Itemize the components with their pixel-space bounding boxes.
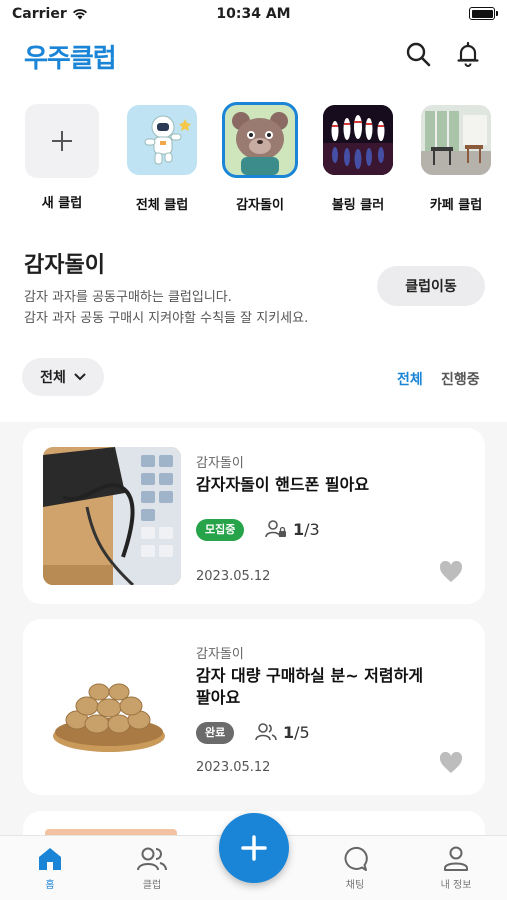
post-title-line: 감자자돌이 핸드폰 필아요	[196, 475, 370, 494]
club-item-cafe[interactable]: 카페 클럽	[416, 105, 496, 213]
tab-chat[interactable]: 채팅	[325, 846, 385, 891]
member-count: 1/5	[255, 722, 310, 742]
club-info: 감자돌이 감자 과자를 공동구매하는 클럽입니다. 감자 과자 공동 구매시 지…	[0, 222, 507, 422]
post-card[interactable]: 감자돌이 감자자돌이 핸드폰 필아요 모집중 1/3 2023.05.12	[23, 428, 485, 604]
club-list: 새 클럽 전체 클럽 감자돌이 볼링 클러 카페 클럽	[0, 78, 507, 222]
post-club-name: 감자돌이	[196, 456, 244, 471]
users-icon	[255, 723, 277, 741]
users-icon	[137, 847, 167, 871]
club-label: 전체 클럽	[135, 198, 189, 213]
club-label: 새 클럽	[41, 196, 83, 211]
member-current: 1	[293, 519, 305, 539]
cafe-interior-image	[421, 105, 491, 175]
post-thumbnail-phone	[43, 447, 181, 585]
tab-club-label: 클럽	[142, 880, 162, 891]
post-date: 2023.05.12	[196, 760, 271, 775]
status-time: 10:34 AM	[216, 6, 291, 22]
tab-all[interactable]: 전체	[397, 369, 423, 389]
member-count: 1/3	[265, 519, 320, 539]
battery-icon	[469, 7, 498, 20]
post-card[interactable]: 감자돌이 감자 대량 구매하실 분~ 저렴하게 팔아요 완료 1/5 2023.…	[23, 619, 485, 795]
tab-profile[interactable]: 내 정보	[426, 846, 486, 891]
plus-icon	[241, 835, 267, 861]
club-desc-line: 감자 과자를 공동구매하는 클럽입니다.	[24, 290, 232, 305]
chevron-down-icon	[74, 373, 86, 381]
app-header: 우주클럽	[0, 30, 507, 78]
filter-selected: 전체	[40, 370, 66, 386]
status-badge: 모집중	[196, 519, 245, 541]
user-lock-icon	[265, 520, 286, 538]
post-thumbnail-potatoes	[43, 638, 181, 776]
tab-profile-label: 내 정보	[440, 880, 472, 891]
post-title: 감자자돌이 핸드폰 필아요	[196, 474, 456, 496]
club-description: 감자 과자를 공동구매하는 클럽입니다. 감자 과자 공동 구매시 지켜야할 수…	[24, 287, 308, 329]
plus-icon	[25, 104, 99, 178]
member-current: 1	[283, 722, 295, 742]
search-icon[interactable]	[404, 40, 432, 68]
status-badge: 완료	[196, 722, 235, 744]
club-label: 감자돌이	[236, 198, 284, 213]
bear-character-image	[222, 102, 298, 178]
club-label: 볼링 클러	[331, 198, 385, 213]
club-label: 카페 클럽	[429, 198, 483, 213]
post-title-line: 감자 대량 구매하실 분~ 저렴하게	[196, 666, 424, 685]
club-item-new[interactable]: 새 클럽	[22, 104, 102, 211]
status-bar: Carrier 10:34 AM	[0, 0, 507, 30]
astronaut-image	[127, 105, 197, 175]
member-total: /3	[304, 519, 320, 539]
club-item-bowling[interactable]: 볼링 클러	[318, 105, 398, 213]
member-total: /5	[294, 722, 310, 742]
app-logo: 우주클럽	[24, 44, 117, 74]
move-club-button[interactable]: 클럽이동	[377, 266, 485, 306]
filter-dropdown[interactable]: 전체	[22, 358, 104, 396]
club-item-gamja[interactable]: 감자돌이	[220, 102, 300, 213]
tab-chat-label: 채팅	[345, 880, 365, 891]
post-club-name: 감자돌이	[196, 647, 244, 662]
tab-home-label: 홈	[45, 880, 55, 891]
heart-icon[interactable]	[439, 752, 463, 774]
bell-icon[interactable]	[454, 40, 482, 68]
club-title: 감자돌이	[24, 253, 105, 278]
club-desc-line: 감자 과자 공동 구매시 지켜야할 수칙들 잘 지키세요.	[24, 311, 309, 326]
chat-icon	[344, 846, 368, 871]
post-title: 감자 대량 구매하실 분~ 저렴하게 팔아요	[196, 665, 456, 709]
bowling-pins-image	[323, 105, 393, 175]
tab-in-progress[interactable]: 진행중	[441, 369, 480, 389]
home-icon	[39, 848, 61, 870]
heart-icon[interactable]	[439, 561, 463, 583]
person-icon	[444, 846, 468, 871]
tab-home[interactable]: 홈	[20, 846, 80, 891]
club-item-all[interactable]: 전체 클럽	[122, 105, 202, 213]
tab-club[interactable]: 클럽	[122, 846, 182, 891]
post-title-line: 팔아요	[196, 688, 241, 707]
post-date: 2023.05.12	[196, 569, 271, 584]
create-post-button[interactable]	[219, 813, 289, 883]
